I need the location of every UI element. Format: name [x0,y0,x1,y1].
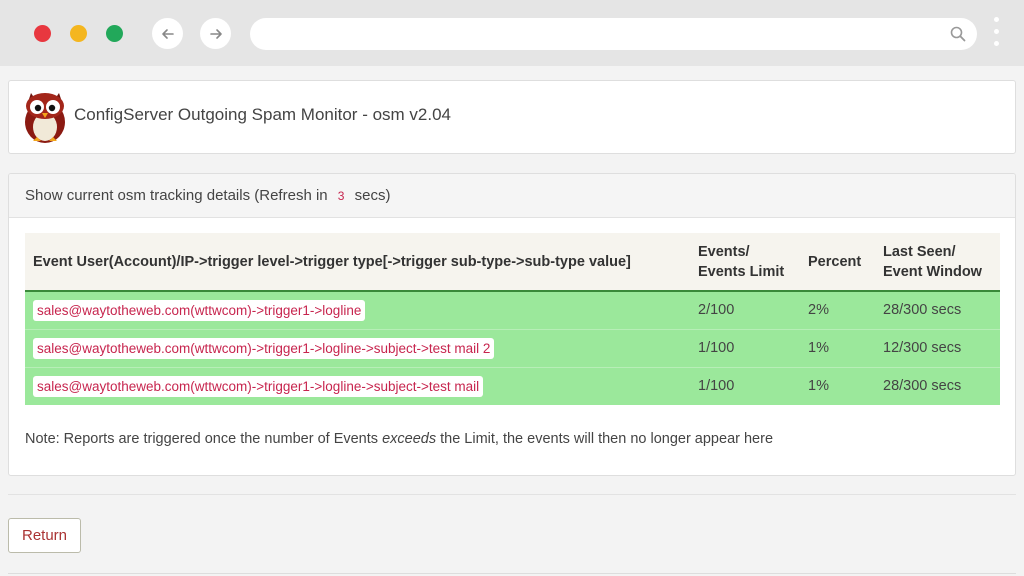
col-header-last-seen: Last Seen/ Event Window [875,233,1000,292]
last-seen-cell: 28/300 secs [875,366,1000,405]
forward-button[interactable] [200,18,231,49]
divider [8,494,1016,495]
event-cell: sales@waytotheweb.com(wttwcom)->trigger1… [25,290,690,329]
events-cell: 1/100 [690,366,800,405]
col-header-events-line1: Events/ [698,243,750,260]
event-cell: sales@waytotheweb.com(wttwcom)->trigger1… [25,366,690,405]
table-row: sales@waytotheweb.com(wttwcom)->trigger1… [25,328,1000,367]
events-cell: 1/100 [690,328,800,367]
event-cell: sales@waytotheweb.com(wttwcom)->trigger1… [25,328,690,367]
note-suffix: the Limit, the events will then no longe… [440,431,774,447]
panel-heading-suffix: secs) [354,187,391,204]
col-header-percent: Percent [800,233,875,292]
back-button[interactable] [152,18,183,49]
header-panel: ConfigServer Outgoing Spam Monitor - osm… [8,80,1016,154]
col-header-events-line2: Events Limit [698,263,785,280]
note-emphasis: exceeds [382,431,437,447]
return-button[interactable]: Return [8,518,81,553]
minimize-window-button[interactable] [70,25,87,42]
tracking-table: Event User(Account)/IP->trigger level->t… [25,233,1000,405]
close-window-button[interactable] [34,25,51,42]
page-title: ConfigServer Outgoing Spam Monitor - osm… [74,105,452,124]
table-row: sales@waytotheweb.com(wttwcom)->trigger1… [25,366,1000,405]
percent-cell: 1% [800,328,875,367]
col-header-last-seen-line1: Last Seen/ [883,243,956,260]
col-header-events: Events/ Events Limit [690,233,800,292]
divider [8,573,1016,574]
event-code: sales@waytotheweb.com(wttwcom)->trigger1… [33,337,495,359]
browser-chrome [0,0,1024,66]
event-code: sales@waytotheweb.com(wttwcom)->trigger1… [33,299,366,321]
col-header-last-seen-line2: Event Window [883,263,982,280]
owl-logo [25,93,65,143]
refresh-countdown: 3 [337,189,345,203]
note-text: Note: Reports are triggered once the num… [25,431,773,447]
note-prefix: Note: Reports are triggered once the num… [25,431,379,447]
last-seen-cell: 12/300 secs [875,328,1000,367]
event-code: sales@waytotheweb.com(wttwcom)->trigger1… [33,375,484,397]
panel-heading: Show current osm tracking details (Refre… [9,174,1015,218]
table-header-row: Event User(Account)/IP->trigger level->t… [25,233,1000,292]
page-content: ConfigServer Outgoing Spam Monitor - osm… [0,66,1024,576]
maximize-window-button[interactable] [106,25,123,42]
table-row: sales@waytotheweb.com(wttwcom)->trigger1… [25,290,1000,329]
arrow-left-icon [161,28,174,39]
panel-heading-text: Show current osm tracking details (Refre… [25,187,328,204]
arrow-right-icon [209,28,222,39]
events-cell: 2/100 [690,290,800,329]
address-bar[interactable] [250,18,977,50]
search-icon[interactable] [949,25,967,48]
col-header-event: Event User(Account)/IP->trigger level->t… [25,233,690,292]
tracking-panel: Show current osm tracking details (Refre… [8,173,1016,476]
percent-cell: 1% [800,366,875,405]
last-seen-cell: 28/300 secs [875,290,1000,329]
percent-cell: 2% [800,290,875,329]
kebab-menu-icon[interactable] [993,17,999,51]
